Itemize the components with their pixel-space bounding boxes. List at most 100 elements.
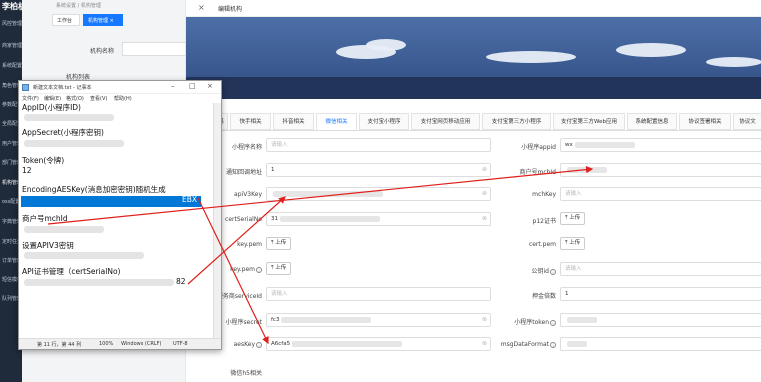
field-label: mchKey — [532, 191, 556, 198]
org-name-input[interactable] — [122, 42, 192, 56]
redacted-text — [24, 279, 174, 286]
text-line: 设置APIV3密钥 — [22, 241, 74, 250]
tab-org-manage[interactable]: 机构管理 × — [83, 14, 123, 26]
cert-serial-no-input[interactable]: 31 ⊗ — [266, 212, 491, 226]
banner-silhouette — [186, 77, 761, 99]
text-line: AppSecret(小程序密钥) — [22, 128, 104, 137]
clear-icon[interactable]: ⊗ — [482, 188, 487, 200]
nav-item[interactable]: 商家管理 — [2, 42, 22, 49]
field-label: 押金倍数 — [531, 293, 556, 300]
section-label-wechat-h5: 微信h5相关 — [230, 370, 262, 377]
info-icon[interactable]: i — [550, 341, 556, 348]
close-icon[interactable]: × — [198, 3, 205, 12]
clear-icon[interactable]: ⊗ — [482, 314, 487, 326]
field-label: 商户号mchId — [519, 169, 556, 176]
selected-text-highlight — [21, 196, 201, 207]
field-label: cert.pem — [528, 241, 556, 248]
tab-alipay-mini[interactable]: 支付宝小程序 — [359, 113, 409, 130]
field-label: msgDataFormat i — [486, 341, 556, 348]
minimize-icon[interactable]: – — [171, 82, 175, 90]
menu-view[interactable]: 查看(V) — [90, 95, 107, 102]
status-zoom: 100% — [99, 341, 114, 347]
status-position: 第 11 行，第 44 列 — [37, 342, 82, 348]
tab-alipay-web-mobile[interactable]: 支付宝网页移动应用 — [411, 113, 480, 130]
info-icon[interactable]: i — [256, 266, 262, 273]
field-label: 公钥id i — [496, 266, 556, 275]
key-pem-upload-button-2[interactable]: ⤒ 上传 — [266, 262, 292, 275]
info-icon[interactable]: i — [256, 341, 262, 348]
p12-upload-button[interactable]: ⤒ 上传 — [560, 212, 586, 225]
tab-douyin[interactable]: 抖音相关 — [273, 113, 314, 130]
menu-file[interactable]: 文件(F) — [22, 95, 39, 102]
breadcrumb: 系统设置 / 机构管理 — [56, 3, 101, 9]
text-line-selected: EBX — [182, 195, 198, 204]
redacted-text — [24, 226, 104, 233]
drawer-tabs: 基 快手相关 抖音相关 微信相关 支付宝小程序 支付宝网页移动应用 支付宝第三方… — [186, 113, 761, 131]
status-encoding: UTF-8 — [173, 341, 188, 347]
upload-icon: ⤒ — [565, 215, 568, 221]
deposit-multiple-input[interactable]: 1 — [560, 287, 761, 301]
mini-app-name-input[interactable]: 请输入 — [266, 138, 491, 152]
mini-app-appid-input[interactable]: wx — [560, 138, 761, 152]
tab-workbench[interactable]: 工作台 — [52, 14, 80, 26]
msg-data-format-input[interactable] — [560, 337, 761, 351]
maximize-icon[interactable]: □ — [189, 82, 196, 90]
cloud-shape — [366, 39, 406, 51]
cloud-shape — [706, 57, 761, 67]
text-line: AppID(小程序ID) — [22, 103, 81, 112]
clear-icon[interactable]: ⊗ — [482, 213, 487, 225]
mini-app-token-input[interactable] — [560, 313, 761, 327]
menu-help[interactable]: 帮助(H) — [114, 95, 132, 102]
cloud-shape — [486, 51, 576, 63]
cloud-shape — [616, 43, 686, 57]
notepad-icon — [22, 84, 29, 91]
menu-edit[interactable]: 编辑(E) — [44, 95, 61, 102]
notepad-statusbar: 第 11 行，第 44 列 100% Windows (CRLF) UTF-8 — [19, 338, 221, 349]
banner-image — [186, 17, 761, 99]
key-pem-upload-button[interactable]: ⤒ 上传 — [266, 237, 292, 250]
text-line: 82 — [176, 277, 186, 286]
tab-alipay-3rd-web[interactable]: 支付宝第三方Web应用 — [553, 113, 625, 130]
service-id-input[interactable]: 请输入 — [266, 287, 491, 301]
notify-url-input[interactable]: 1 ⊗ — [266, 163, 491, 177]
tab-alipay-3rd-mini[interactable]: 支付宝第三方小程序 — [482, 113, 551, 130]
field-label: p12证书 — [532, 218, 556, 225]
notepad-window: 新建文本文档.txt - 记事本 – □ × 文件(F) 编辑(E) 格式(O)… — [18, 80, 222, 350]
upload-icon: ⤒ — [271, 240, 274, 246]
clear-icon[interactable]: ⊗ — [482, 164, 487, 176]
upload-icon: ⤒ — [271, 265, 274, 271]
notepad-text-area[interactable]: AppID(小程序ID) AppSecret(小程序密钥) Token(令牌) … — [20, 103, 212, 338]
upload-icon: ⤒ — [565, 240, 568, 246]
drawer-title: 编辑机构 — [218, 6, 243, 13]
field-label: 小程序appid — [521, 144, 556, 151]
redacted-text — [24, 252, 144, 259]
text-line: API证书管理（certSerialNo) — [22, 267, 121, 276]
aes-key-input[interactable]: A6cfa5 ⊗ — [266, 337, 491, 351]
notepad-scrollbar[interactable] — [213, 103, 221, 338]
mini-app-secret-input[interactable]: fc3 ⊗ — [266, 313, 491, 327]
close-icon[interactable]: × — [207, 82, 213, 90]
text-line: 商户号mchId — [22, 214, 68, 223]
info-icon[interactable]: i — [550, 319, 556, 326]
status-line-ending: Windows (CRLF) — [121, 341, 162, 347]
text-line: EncodingAESKey(消息加密密钥)随机生成 — [22, 185, 166, 194]
mch-key-input[interactable]: 请输入 — [560, 187, 761, 201]
mch-id-input[interactable] — [560, 163, 761, 177]
field-label: 小程序token i — [496, 317, 556, 326]
nav-item[interactable]: 风控管理 — [2, 20, 22, 27]
edit-org-drawer: × 编辑机构 机构 基 快手相关 抖音相关 微信相关 支付宝小程序 支付宝网页移… — [185, 0, 761, 382]
info-icon[interactable]: i — [550, 268, 556, 275]
public-key-id-input[interactable]: 请输入 — [560, 262, 761, 276]
menu-format[interactable]: 格式(O) — [66, 95, 84, 102]
tab-kuaishou[interactable]: 快手相关 — [230, 113, 271, 130]
notepad-titlebar: 新建文本文档.txt - 记事本 – □ × — [19, 81, 221, 94]
nav-item[interactable]: 系统配置 — [2, 62, 22, 69]
cert-pem-upload-button[interactable]: ⤒ 上传 — [560, 237, 586, 250]
api-v3-key-input[interactable]: ⊗ — [266, 187, 491, 201]
tab-wechat[interactable]: 微信相关 — [316, 113, 357, 130]
text-line: 12 — [22, 166, 32, 175]
drawer-header: × 编辑机构 — [186, 0, 761, 17]
tab-agreement-more[interactable]: 协议文 — [733, 113, 761, 130]
tab-system-config[interactable]: 系统配置信息 — [627, 113, 677, 130]
tab-agreement[interactable]: 协议签署相关 — [679, 113, 731, 130]
